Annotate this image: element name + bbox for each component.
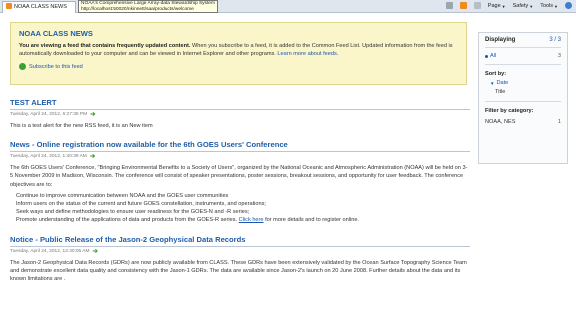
feed-item-text: This is a test alert for the new RSS fee… — [10, 123, 153, 129]
feed-item-title[interactable]: News - Online registration now available… — [10, 140, 470, 153]
feed-item-body: The 6th GOES Users' Conference, "Bringin… — [10, 164, 470, 224]
subscribe-icon — [19, 63, 26, 71]
url-tooltip: NOAA's Comprehensive Large Array-data St… — [78, 0, 218, 13]
print-icon[interactable] — [473, 2, 481, 9]
click-here-link[interactable]: Click here — [239, 217, 264, 223]
learn-more-link[interactable]: Learn more about feeds. — [277, 51, 338, 57]
feed-item-text: The 6th GOES Users' Conference, "Bringin… — [10, 165, 468, 188]
page-menu[interactable]: Page ▼ — [488, 2, 506, 11]
feed-item-body: The Jason-2 Geophysical Data Records (GD… — [10, 259, 470, 284]
list-item: Seek ways and define methodologies to en… — [16, 209, 250, 216]
chevron-down-icon: ▼ — [554, 4, 558, 9]
displaying-label: Displaying — [485, 37, 516, 43]
list-item-text-end: for more details and to register online. — [265, 217, 359, 224]
divider — [485, 47, 561, 48]
displaying-header: Displaying 3 / 3 — [485, 37, 561, 43]
subscribe-link[interactable]: Subscribe to this feed — [19, 63, 458, 71]
page-menu-label: Page — [487, 3, 501, 9]
feed-item-body: This is a test alert for the new RSS fee… — [10, 122, 470, 130]
divider — [485, 101, 561, 102]
help-icon[interactable] — [565, 2, 572, 9]
filter-all-left: All — [485, 53, 496, 59]
feed-info-banner: NOAA CLASS NEWS You are viewing a feed t… — [10, 22, 467, 85]
sort-by-label: Sort by: — [485, 71, 507, 77]
feed-item-text: The Jason-2 Geophysical Data Records (GD… — [10, 259, 467, 283]
go-arrow-icon[interactable]: ➔ — [90, 111, 95, 118]
list-item: Inform users on the status of the curren… — [16, 201, 266, 208]
go-arrow-icon[interactable]: ➔ — [90, 153, 95, 160]
tab-title: NOAA CLASS NEWS — [14, 4, 67, 10]
feeds-icon[interactable] — [459, 2, 467, 9]
bullet-icon — [485, 54, 488, 58]
divider — [485, 64, 561, 65]
feed-title: NOAA CLASS NEWS — [19, 29, 93, 38]
feed-filter-panel: Displaying 3 / 3 All 3 Sort by: ▼ Date Ti… — [478, 32, 568, 164]
chevron-down-icon: ▼ — [529, 4, 534, 9]
tools-menu[interactable]: Tools ▼ — [540, 2, 558, 11]
list-item: Continue to improve communication betwee… — [16, 192, 229, 199]
feed-items: TEST ALERT Tuesday, April 24, 2012, 6:27… — [10, 98, 470, 293]
feed-page: NOAA CLASS NEWS You are viewing a feed t… — [0, 14, 576, 320]
sort-date-label: Date — [496, 80, 509, 86]
feed-item-date-text: Tuesday, April 24, 2012, 1:40:39 AM — [10, 154, 87, 160]
sort-by-title[interactable]: Title — [485, 89, 561, 95]
feed-item-date-text: Tuesday, April 24, 2012, 6:27:35 PM — [10, 112, 88, 117]
tooltip-url: http://localhost:50020/nkinnett/saa/prod… — [81, 6, 194, 12]
home-icon[interactable] — [445, 2, 453, 9]
filter-all-label: All — [490, 53, 497, 59]
feed-item-date: Tuesday, April 24, 2012, 1:40:39 AM ➔ — [10, 153, 470, 160]
safety-menu-label: Safety — [512, 3, 529, 9]
feed-notice-bold: You are viewing a feed that contains fre… — [19, 43, 191, 49]
tools-menu-label: Tools — [540, 3, 554, 9]
filter-all-count: 3 — [557, 53, 561, 59]
feed-item: Notice - Public Release of the Jason-2 G… — [10, 235, 470, 284]
list-item: Promote understanding of the application… — [16, 216, 470, 224]
safety-menu[interactable]: Safety ▼ — [513, 2, 534, 11]
feed-item-title[interactable]: Notice - Public Release of the Jason-2 G… — [10, 235, 470, 247]
feed-item: TEST ALERT Tuesday, April 24, 2012, 6:27… — [10, 98, 470, 130]
list-item-text: Promote understanding of the application… — [16, 217, 238, 224]
command-bar: Page ▼ Safety ▼ Tools ▼ — [445, 2, 572, 11]
feed-item-date-text: Tuesday, April 24, 2012, 12:40:05 AM — [10, 248, 90, 254]
feed-item: News - Online registration now available… — [10, 140, 470, 224]
feed-item-date: Tuesday, April 24, 2012, 6:27:35 PM ➔ — [10, 111, 470, 118]
chevron-down-icon: ▼ — [501, 4, 506, 9]
rss-feed-icon — [6, 3, 12, 9]
sort-title-label: Title — [495, 89, 506, 95]
category-name: NOAA, NES — [485, 119, 516, 125]
category-count: 1 — [557, 119, 561, 125]
sort-descending-icon: ▼ — [490, 80, 495, 86]
browser-toolbar: NOAA CLASS NEWS NOAA's Comprehensive Lar… — [0, 0, 576, 13]
displaying-count: 3 / 3 — [549, 37, 561, 43]
objective-list: Continue to improve communication betwee… — [16, 192, 470, 225]
category-filter-item[interactable]: NOAA, NES 1 — [485, 119, 561, 125]
feed-item-date: Tuesday, April 24, 2012, 12:40:05 AM ➔ — [10, 248, 470, 255]
tooltip-title: NOAA's Comprehensive Large Array-data St… — [81, 1, 215, 6]
filter-all[interactable]: All 3 — [485, 53, 561, 59]
browser-tab[interactable]: NOAA CLASS NEWS — [2, 1, 76, 13]
sort-by-date[interactable]: ▼ Date — [485, 80, 561, 86]
feed-item-title[interactable]: TEST ALERT — [10, 98, 470, 110]
filter-category-label: Filter by category: — [485, 108, 534, 114]
feed-description: You are viewing a feed that contains fre… — [19, 42, 458, 58]
subscribe-label: Subscribe to this feed — [29, 63, 83, 70]
go-arrow-icon[interactable]: ➔ — [92, 248, 97, 255]
